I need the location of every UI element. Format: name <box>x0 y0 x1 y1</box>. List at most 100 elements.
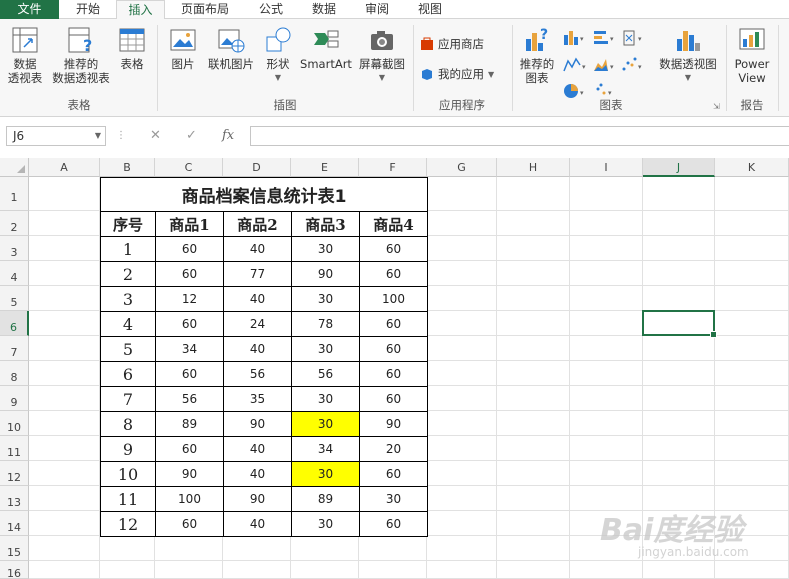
column-chart-icon[interactable]: ▾ <box>564 31 584 45</box>
row-header-11[interactable]: 11 <box>0 436 29 461</box>
value-cell[interactable]: 40 <box>223 286 292 312</box>
tab-data[interactable]: 数据 <box>300 0 348 19</box>
column-header-j[interactable]: J <box>643 158 715 177</box>
value-cell[interactable]: 60 <box>155 261 224 287</box>
online-picture-button[interactable]: 联机图片 <box>204 25 258 71</box>
value-cell[interactable]: 60 <box>359 461 428 487</box>
row-index-cell[interactable]: 9 <box>100 436 156 462</box>
value-cell[interactable]: 20 <box>359 436 428 462</box>
value-cell[interactable]: 78 <box>291 311 360 337</box>
row-index-cell[interactable]: 7 <box>100 386 156 412</box>
area-chart-icon[interactable]: ▾ <box>594 59 614 71</box>
table-header-cell[interactable]: 商品2 <box>223 211 292 237</box>
row-header-10[interactable]: 10 <box>0 411 29 436</box>
scatter-chart-icon[interactable]: ▾ <box>622 57 643 72</box>
tab-view[interactable]: 视图 <box>406 0 454 19</box>
row-index-cell[interactable]: 4 <box>100 311 156 337</box>
value-cell[interactable]: 60 <box>359 336 428 362</box>
row-index-cell[interactable]: 2 <box>100 261 156 287</box>
value-cell[interactable]: 40 <box>223 236 292 262</box>
value-cell[interactable]: 30 <box>291 461 360 487</box>
row-header-13[interactable]: 13 <box>0 486 29 511</box>
pivot-chart-button[interactable]: 数据透视图 ▼ <box>656 25 720 85</box>
value-cell[interactable]: 60 <box>155 361 224 387</box>
value-cell[interactable]: 12 <box>155 286 224 312</box>
value-cell[interactable]: 60 <box>359 236 428 262</box>
hierarchy-chart-icon[interactable]: ▾ <box>623 30 642 46</box>
row-header-9[interactable]: 9 <box>0 386 29 411</box>
line-chart-icon[interactable]: ▾ <box>563 57 586 72</box>
column-header-f[interactable]: F <box>359 158 427 177</box>
value-cell[interactable]: 30 <box>291 286 360 312</box>
value-cell[interactable]: 100 <box>359 286 428 312</box>
screenshot-button[interactable]: 屏幕截图 ▼ <box>354 25 410 85</box>
value-cell[interactable]: 77 <box>223 261 292 287</box>
value-cell[interactable]: 30 <box>291 411 360 437</box>
column-header-c[interactable]: C <box>155 158 223 177</box>
value-cell[interactable]: 60 <box>359 261 428 287</box>
my-apps-button[interactable]: 我的应用 ▼ <box>420 65 494 83</box>
insert-function-icon[interactable]: fx <box>222 128 234 143</box>
value-cell[interactable]: 30 <box>291 236 360 262</box>
value-cell[interactable]: 60 <box>359 386 428 412</box>
row-header-5[interactable]: 5 <box>0 286 29 311</box>
row-header-4[interactable]: 4 <box>0 261 29 286</box>
value-cell[interactable]: 60 <box>155 311 224 337</box>
row-header-16[interactable]: 16 <box>0 561 29 579</box>
column-header-i[interactable]: I <box>570 158 643 177</box>
bar-chart-icon[interactable]: ▾ <box>594 31 614 44</box>
more-options-icon[interactable]: ⋮ <box>116 130 126 141</box>
pivot-table-button[interactable]: 数据 透视表 <box>4 25 46 85</box>
value-cell[interactable]: 60 <box>155 436 224 462</box>
tab-review[interactable]: 审阅 <box>352 0 402 19</box>
value-cell[interactable]: 90 <box>155 461 224 487</box>
value-cell[interactable]: 90 <box>291 261 360 287</box>
value-cell[interactable]: 89 <box>291 486 360 512</box>
column-header-b[interactable]: B <box>100 158 155 177</box>
row-header-6[interactable]: 6 <box>0 311 29 336</box>
row-header-1[interactable]: 1 <box>0 177 29 211</box>
row-header-14[interactable]: 14 <box>0 511 29 536</box>
column-header-h[interactable]: H <box>497 158 570 177</box>
value-cell[interactable]: 56 <box>155 386 224 412</box>
table-header-cell[interactable]: 商品4 <box>359 211 428 237</box>
row-index-cell[interactable]: 1 <box>100 236 156 262</box>
value-cell[interactable]: 90 <box>359 411 428 437</box>
value-cell[interactable]: 34 <box>291 436 360 462</box>
value-cell[interactable]: 90 <box>223 411 292 437</box>
chevron-down-icon[interactable]: ▼ <box>488 70 494 79</box>
tab-insert[interactable]: 插入 <box>116 0 165 20</box>
table-header-cell[interactable]: 商品1 <box>155 211 224 237</box>
tab-file[interactable]: 文件 <box>0 0 59 19</box>
row-header-2[interactable]: 2 <box>0 211 29 236</box>
value-cell[interactable]: 60 <box>359 511 428 537</box>
cancel-icon[interactable]: ✕ <box>150 128 161 143</box>
value-cell[interactable]: 30 <box>291 511 360 537</box>
enter-icon[interactable]: ✓ <box>186 128 197 143</box>
value-cell[interactable]: 24 <box>223 311 292 337</box>
dialog-launcher-icon[interactable]: ⇲ <box>713 102 720 111</box>
name-box[interactable]: J6 ▼ <box>6 126 106 146</box>
power-view-button[interactable]: Power View <box>730 25 774 85</box>
row-header-12[interactable]: 12 <box>0 461 29 486</box>
value-cell[interactable]: 56 <box>291 361 360 387</box>
column-header-e[interactable]: E <box>291 158 359 177</box>
row-header-8[interactable]: 8 <box>0 361 29 386</box>
column-header-a[interactable]: A <box>29 158 100 177</box>
value-cell[interactable]: 89 <box>155 411 224 437</box>
row-header-15[interactable]: 15 <box>0 536 29 561</box>
formula-input[interactable] <box>250 126 789 146</box>
row-index-cell[interactable]: 8 <box>100 411 156 437</box>
picture-button[interactable]: 图片 <box>164 25 202 71</box>
value-cell[interactable]: 60 <box>359 361 428 387</box>
table-header-cell[interactable]: 商品3 <box>291 211 360 237</box>
row-header-3[interactable]: 3 <box>0 236 29 261</box>
value-cell[interactable]: 34 <box>155 336 224 362</box>
smartart-button[interactable]: SmartArt <box>298 25 354 71</box>
column-header-d[interactable]: D <box>223 158 291 177</box>
row-index-cell[interactable]: 5 <box>100 336 156 362</box>
table-title[interactable]: 商品档案信息统计表1 <box>100 177 428 212</box>
row-index-cell[interactable]: 12 <box>100 511 156 537</box>
value-cell[interactable]: 30 <box>291 336 360 362</box>
row-index-cell[interactable]: 3 <box>100 286 156 312</box>
